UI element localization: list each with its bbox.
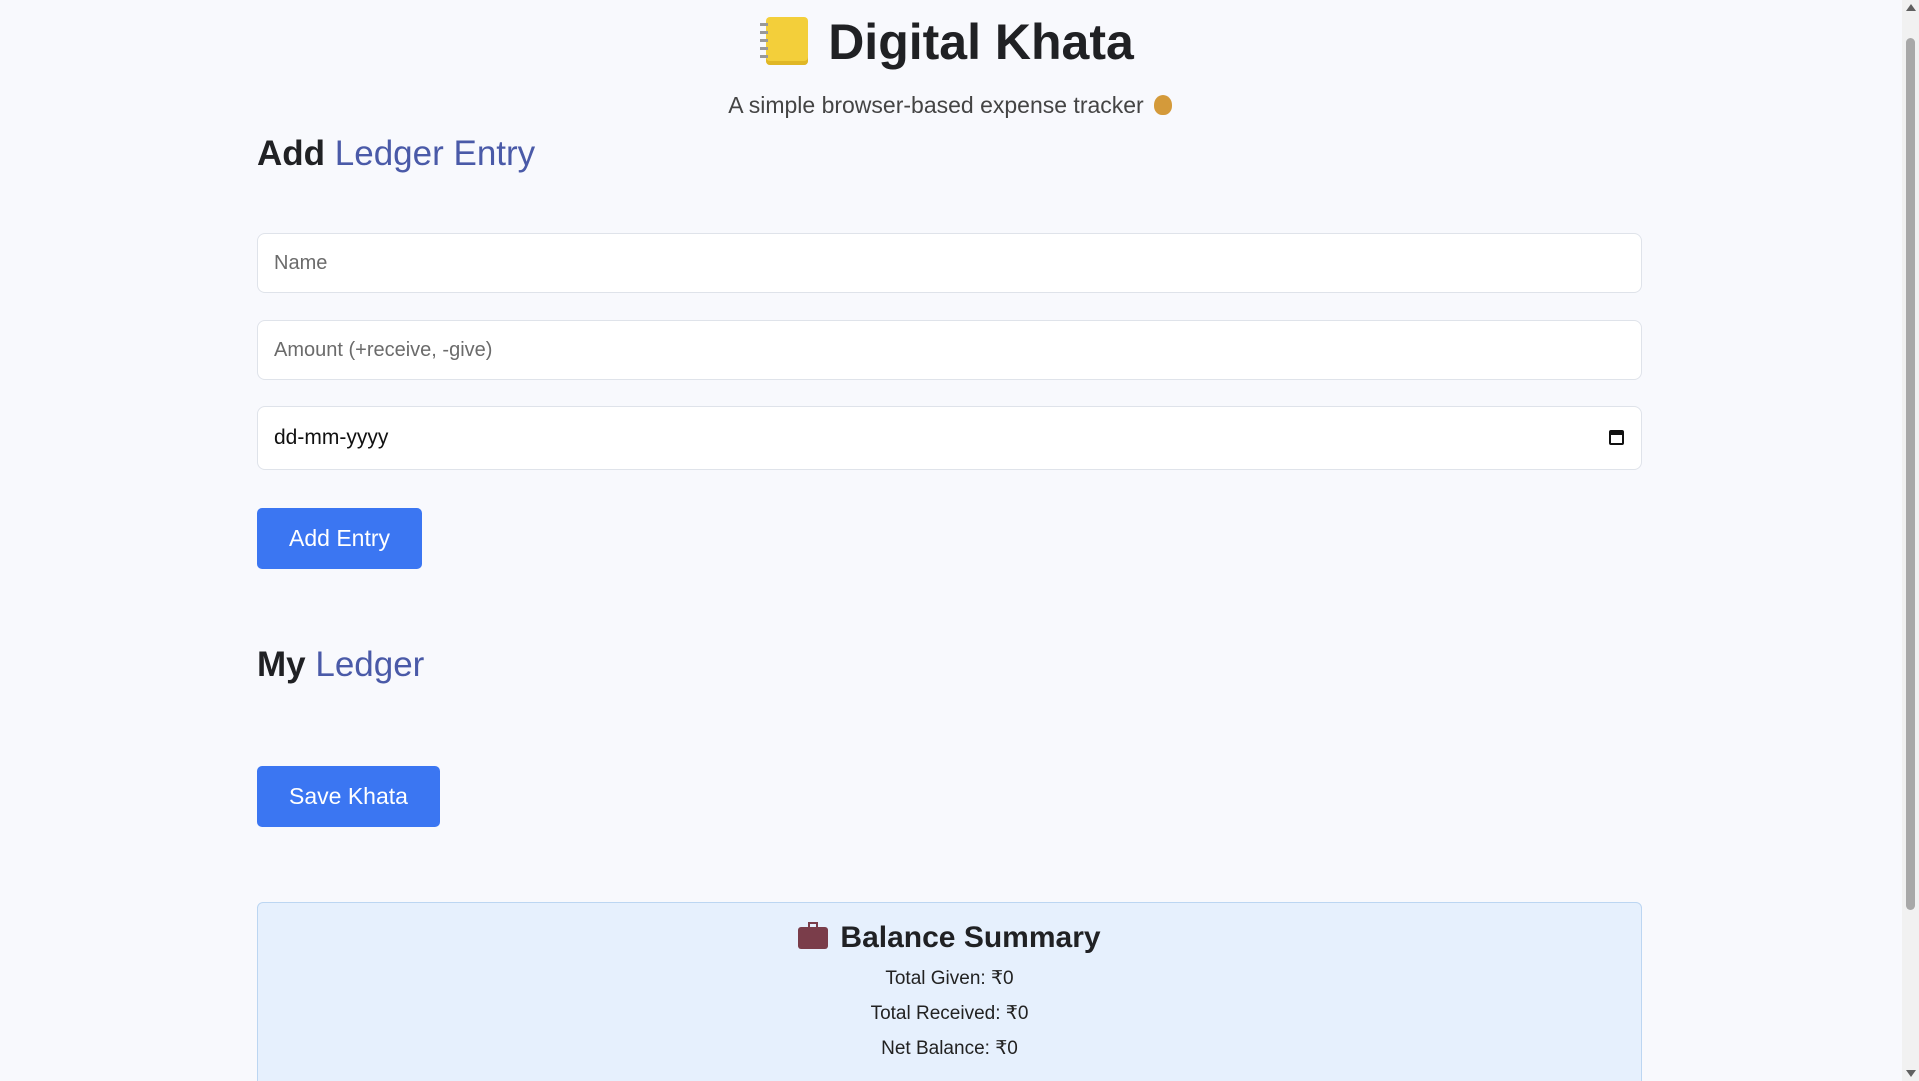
app-title-text: Digital Khata [828,14,1134,70]
save-khata-button[interactable]: Save Khata [257,766,440,827]
amount-input[interactable] [257,320,1642,380]
page: Digital Khata A simple browser-based exp… [0,0,1919,1081]
page-header: Digital Khata A simple browser-based exp… [0,8,1900,119]
total-received: Total Received: ₹0 [870,1003,1029,1024]
balance-summary-title: Balance Summary [258,921,1641,955]
scroll-down-arrow-icon[interactable] [1906,1070,1916,1077]
scroll-up-arrow-icon[interactable] [1906,4,1916,11]
add-entry-heading: Add Ledger Entry [257,134,535,174]
name-input[interactable] [257,233,1642,293]
add-entry-button[interactable]: Add Entry [257,508,422,569]
my-ledger-heading-accent: Ledger [315,645,425,684]
notebook-icon [760,17,809,65]
add-entry-heading-strong: Add [257,134,326,173]
balance-summary-panel: Balance Summary Total Given: ₹0 Total Re… [257,902,1642,1081]
briefcase-icon [798,922,829,949]
calendar-icon[interactable] [1609,430,1624,445]
app-subtitle-text: A simple browser-based expense tracker [728,92,1144,118]
app-title: Digital Khata [0,8,1900,76]
date-placeholder: dd-mm-yyyy [274,426,389,449]
scrollbar-thumb[interactable] [1906,38,1915,910]
app-subtitle: A simple browser-based expense tracker [0,92,1900,119]
balance-summary-title-text: Balance Summary [840,921,1101,954]
my-ledger-heading: My Ledger [257,645,424,685]
net-balance: Net Balance: ₹0 [881,1038,1018,1059]
money-bag-icon [1153,95,1172,115]
vertical-scrollbar[interactable] [1902,0,1919,1081]
date-input[interactable]: dd-mm-yyyy [257,406,1642,470]
total-given: Total Given: ₹0 [885,968,1014,989]
add-entry-heading-accent: Ledger Entry [334,134,536,173]
my-ledger-heading-strong: My [257,645,306,684]
